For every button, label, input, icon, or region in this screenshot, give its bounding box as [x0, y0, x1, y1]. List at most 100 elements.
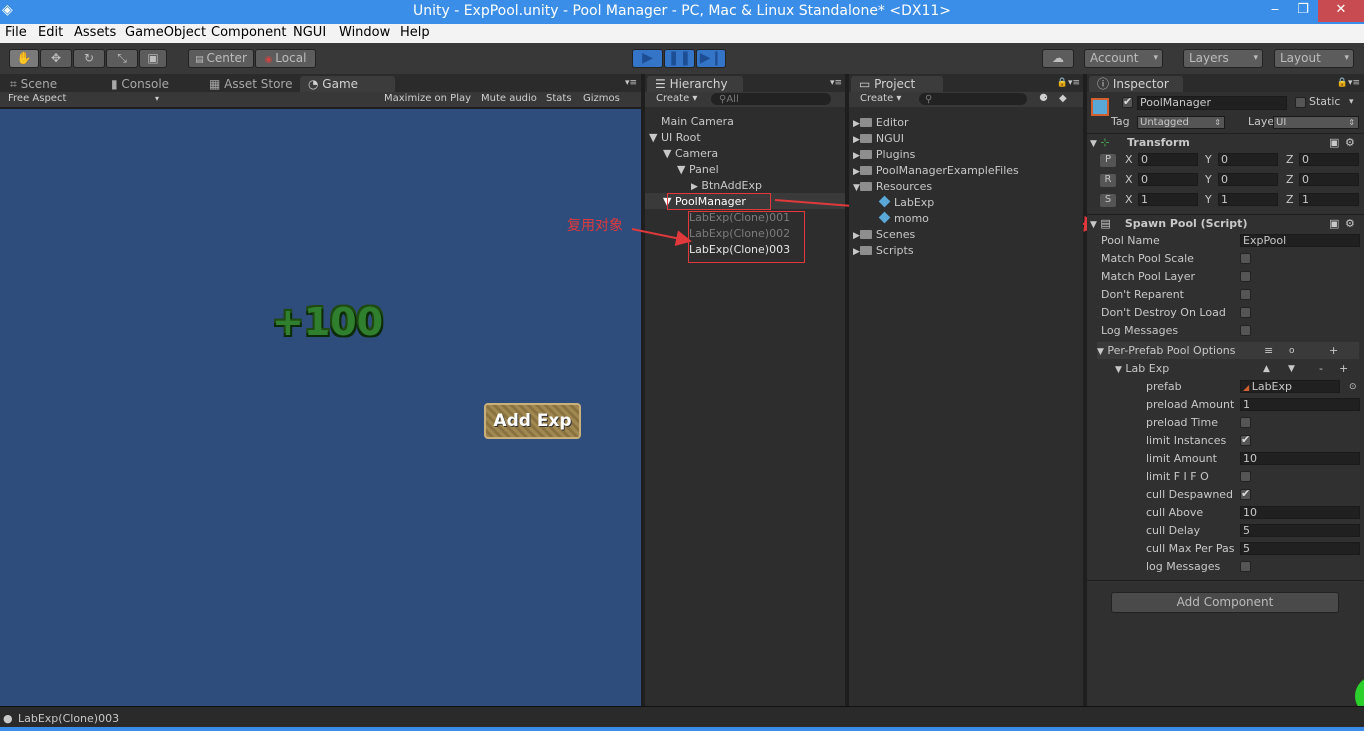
scale-reset-button[interactable]: S: [1100, 194, 1116, 207]
limit-fifo-label: limit F I F O: [1146, 470, 1209, 483]
dont-destroy-checkbox[interactable]: [1240, 307, 1251, 318]
object-picker-icon[interactable]: ⊙: [1349, 380, 1357, 394]
position-y-field[interactable]: 0: [1218, 153, 1278, 166]
list-icon[interactable]: ≡: [1264, 344, 1273, 358]
add-item-icon[interactable]: +: [1339, 362, 1348, 376]
prefab-field[interactable]: ◢ LabExp: [1240, 380, 1340, 393]
transform-header[interactable]: ▼ ⊹ Transform: [1090, 136, 1190, 151]
log-messages-checkbox[interactable]: [1240, 325, 1251, 336]
static-dropdown-icon[interactable]: ▾: [1349, 95, 1354, 109]
match-pool-layer-checkbox[interactable]: [1240, 271, 1251, 282]
help-icon[interactable]: ▣: [1329, 136, 1339, 150]
info-icon: ⓘ: [1097, 77, 1113, 91]
cull-max-per-pass-field[interactable]: 5: [1240, 542, 1360, 555]
collapse-arrow-icon: ▶: [853, 167, 860, 177]
divider: [1087, 580, 1364, 581]
project-toolbar: Create ▾ ⚲ ⚈ ◆: [849, 92, 1083, 107]
scale-y-field[interactable]: 1: [1218, 193, 1278, 206]
preload-amount-label: preload Amount: [1146, 398, 1235, 411]
pool-name-field[interactable]: ExpPool: [1240, 234, 1360, 247]
filter-label-icon[interactable]: ◆: [1059, 92, 1067, 106]
expand-arrow-icon: ▼: [1090, 139, 1097, 149]
add-component-button[interactable]: Add Component: [1111, 592, 1339, 613]
collapse-all-icon[interactable]: o: [1289, 344, 1295, 358]
preload-time-checkbox[interactable]: [1240, 417, 1251, 428]
expand-arrow-icon: ▼: [1097, 347, 1104, 357]
rotation-x-field[interactable]: 0: [1138, 173, 1198, 186]
prefab-icon: [878, 211, 891, 224]
move-up-icon[interactable]: ▲: [1263, 362, 1270, 376]
active-checkbox[interactable]: [1122, 95, 1133, 108]
project-folder[interactable]: ▶ NGUI: [853, 132, 904, 147]
tab-project[interactable]: ▭ Project: [851, 76, 943, 92]
layer-dropdown[interactable]: UI ⇕: [1273, 116, 1359, 129]
move-down-icon[interactable]: ▼: [1288, 362, 1295, 376]
log-messages-prefab-checkbox[interactable]: [1240, 561, 1251, 572]
cull-delay-field[interactable]: 5: [1240, 524, 1360, 537]
remove-item-icon[interactable]: -: [1319, 362, 1323, 376]
cull-despawned-checkbox[interactable]: [1240, 487, 1251, 500]
collapse-arrow-icon: ▶: [853, 247, 860, 257]
prefab-ref-icon: ◢: [1243, 383, 1252, 392]
rotation-reset-button[interactable]: R: [1100, 174, 1116, 187]
static-checkbox[interactable]: [1295, 97, 1306, 108]
tag-dropdown[interactable]: Untagged ⇕: [1137, 116, 1225, 129]
axis-label: X: [1125, 153, 1133, 166]
object-name-field[interactable]: PoolManager: [1137, 96, 1287, 110]
scale-x-field[interactable]: 1: [1138, 193, 1198, 206]
limit-instances-checkbox[interactable]: [1240, 433, 1251, 446]
scale-z-field[interactable]: 1: [1299, 193, 1359, 206]
collapse-arrow-icon: ▶: [853, 231, 860, 241]
position-reset-button[interactable]: P: [1100, 154, 1116, 167]
project-folder[interactable]: ▶ Plugins: [853, 148, 915, 163]
position-x-field[interactable]: 0: [1138, 153, 1198, 166]
project-folder[interactable]: ▶ Scenes: [853, 228, 915, 243]
lab-exp-text: Lab Exp: [1125, 362, 1170, 375]
project-folder[interactable]: ▼ Resources: [853, 180, 932, 195]
folder-icon: [859, 182, 872, 191]
project-lock-icon[interactable]: 🔒▾≡: [1057, 78, 1080, 88]
project-folder[interactable]: ▶ Scripts: [853, 244, 914, 259]
limit-instances-label: limit Instances: [1146, 434, 1227, 447]
limit-fifo-checkbox[interactable]: [1240, 471, 1251, 482]
tab-inspector[interactable]: ⓘ Inspector: [1089, 76, 1183, 92]
project-folder[interactable]: ▶ Editor: [853, 116, 908, 131]
rotation-y-field[interactable]: 0: [1218, 173, 1278, 186]
preload-amount-field[interactable]: 1: [1240, 398, 1360, 411]
axis-label: X: [1125, 193, 1133, 206]
position-z-field[interactable]: 0: [1299, 153, 1359, 166]
folder-icon: [859, 246, 872, 255]
prefab-label: prefab: [1146, 380, 1182, 393]
project-asset[interactable]: LabExp: [878, 195, 934, 210]
help-icon[interactable]: ▣: [1329, 217, 1339, 231]
cull-above-field[interactable]: 10: [1240, 506, 1360, 519]
gear-icon[interactable]: ⚙: [1345, 217, 1355, 231]
folder-label: Scripts: [875, 244, 914, 257]
static-label: Static: [1309, 95, 1341, 108]
status-message[interactable]: LabExp(Clone)003: [18, 712, 119, 725]
filter-type-icon[interactable]: ⚈: [1039, 92, 1048, 106]
project-search-input[interactable]: ⚲: [919, 93, 1027, 105]
lab-exp-label[interactable]: ▼ Lab Exp: [1115, 362, 1169, 377]
spawn-pool-header[interactable]: ▼ ▤ Spawn Pool (Script): [1090, 217, 1247, 232]
log-messages-label: Log Messages: [1101, 324, 1179, 337]
rotation-z-field[interactable]: 0: [1299, 173, 1359, 186]
project-create-dropdown[interactable]: Create ▾: [860, 92, 901, 106]
gear-icon[interactable]: ⚙: [1345, 136, 1355, 150]
inspector-lock-icon[interactable]: 🔒▾≡: [1337, 78, 1360, 88]
transform-icon: ⊹: [1100, 136, 1110, 149]
collapse-arrow-icon: ▶: [853, 135, 860, 145]
dont-reparent-checkbox[interactable]: [1240, 289, 1251, 300]
project-asset[interactable]: momo: [878, 211, 929, 226]
dont-reparent-label: Don't Reparent: [1101, 288, 1184, 301]
cull-delay-label: cull Delay: [1146, 524, 1201, 537]
match-pool-scale-checkbox[interactable]: [1240, 253, 1251, 264]
info-icon: ●: [3, 712, 13, 725]
limit-amount-field[interactable]: 10: [1240, 452, 1360, 465]
cull-above-label: cull Above: [1146, 506, 1204, 519]
add-item-icon[interactable]: +: [1329, 344, 1338, 358]
project-folder[interactable]: ▶ PoolManagerExampleFiles: [853, 164, 1019, 179]
status-bar: ● LabExp(Clone)003: [0, 706, 1364, 731]
chevron-icon: ⇕: [1214, 118, 1221, 127]
preload-time-label: preload Time: [1146, 416, 1218, 429]
